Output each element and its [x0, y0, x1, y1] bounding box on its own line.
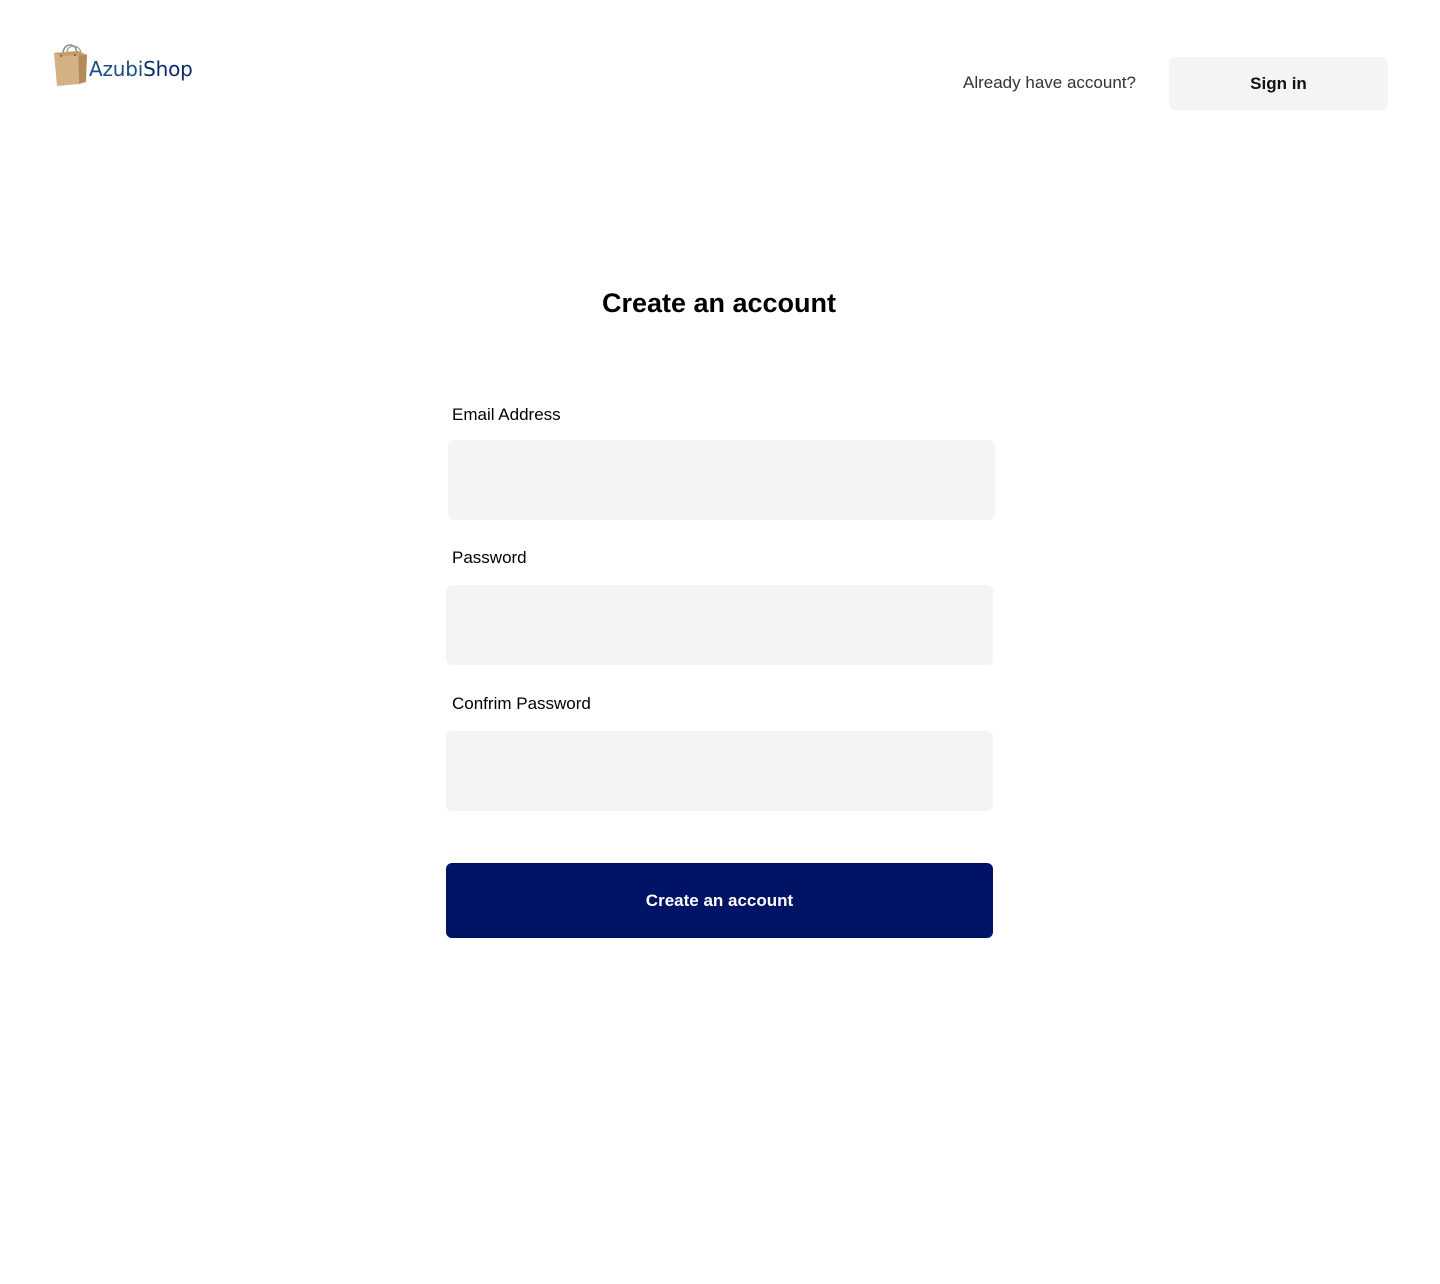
create-account-button[interactable]: Create an account — [446, 863, 993, 938]
logo[interactable]: AzubiShop — [53, 38, 193, 88]
brand-name-part-azubi: Azubi — [89, 57, 144, 81]
already-have-account-text: Already have account? — [963, 73, 1136, 92]
email-field[interactable] — [448, 440, 995, 520]
confirm-password-field[interactable] — [446, 731, 993, 811]
confirm-password-label: Confrim Password — [452, 694, 591, 713]
brand-name: AzubiShop — [89, 57, 193, 81]
page-title: Create an account — [601, 288, 837, 318]
password-label: Password — [452, 548, 527, 567]
brand-name-part-shop: Shop — [143, 57, 193, 81]
email-label: Email Address — [452, 405, 561, 424]
shopping-bag-icon — [54, 44, 87, 86]
header: AzubiShop Already have account? Sign in — [0, 0, 1440, 140]
sign-in-button[interactable]: Sign in — [1169, 57, 1388, 110]
password-field[interactable] — [446, 585, 993, 665]
